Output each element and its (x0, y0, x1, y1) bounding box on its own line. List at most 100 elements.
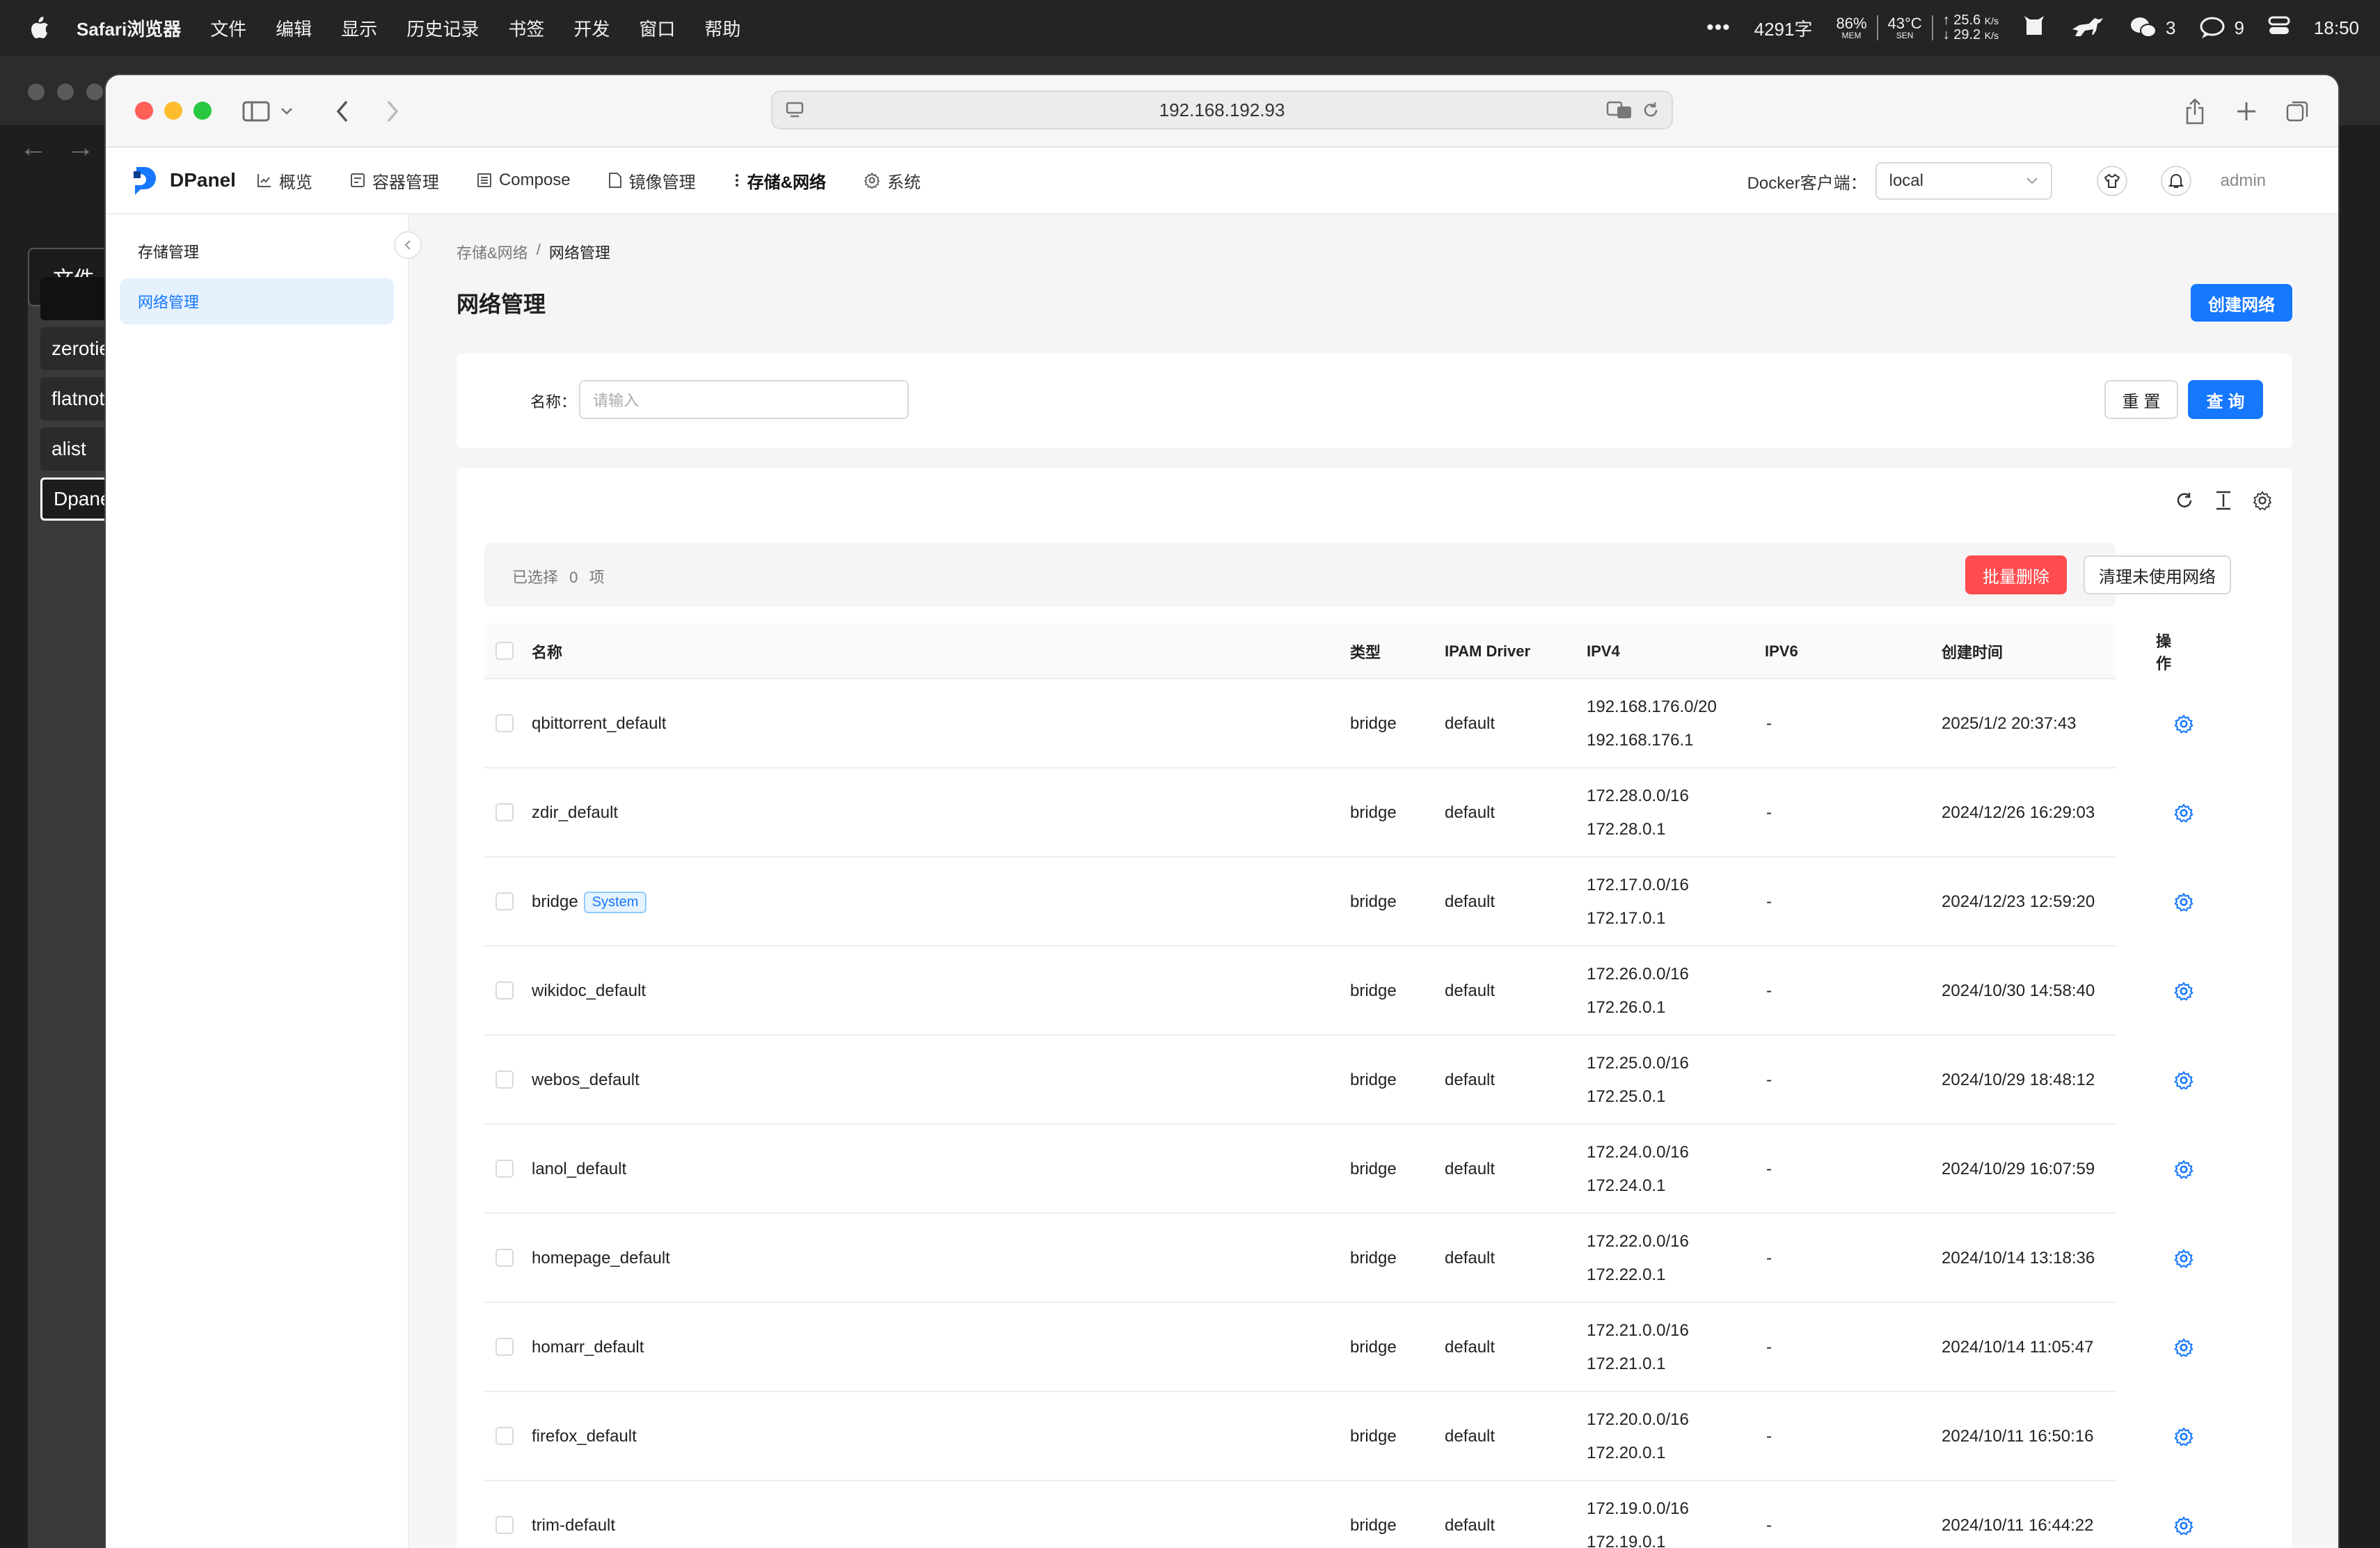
side-item-storage[interactable]: 存储管理 (120, 228, 394, 274)
network-name[interactable]: webos_default (532, 1071, 640, 1090)
breadcrumb-parent[interactable]: 存储&网络 (457, 241, 528, 263)
menu-file[interactable]: 文件 (210, 15, 246, 41)
network-speed[interactable]: ↑ 25.6 K/s ↓ 29.2 K/s (1943, 13, 1999, 42)
row-settings-icon[interactable] (2173, 891, 2195, 913)
nav-compose[interactable]: Compose (477, 171, 571, 190)
wechat-indicator[interactable]: 3 (2129, 16, 2175, 40)
menu-window[interactable]: 窗口 (639, 15, 675, 41)
column-height-icon[interactable] (2214, 490, 2232, 511)
theme-button[interactable] (2096, 166, 2127, 196)
menu-bookmarks[interactable]: 书签 (508, 15, 544, 41)
nav-system[interactable]: 系统 (864, 168, 921, 193)
menu-edit[interactable]: 编辑 (276, 15, 312, 41)
nav-containers[interactable]: 容器管理 (350, 168, 439, 193)
nav-storage-network[interactable]: 存储&网络 (733, 168, 826, 193)
network-ipam-driver: default (1445, 1160, 1496, 1178)
row-checkbox[interactable] (495, 803, 514, 821)
row-settings-icon[interactable] (2173, 1425, 2195, 1448)
row-checkbox[interactable] (495, 1427, 514, 1445)
close-window-button[interactable] (135, 102, 153, 120)
reset-button[interactable]: 重 置 (2104, 380, 2178, 419)
translate-icon[interactable] (1606, 100, 1633, 120)
network-name[interactable]: firefox_default (532, 1427, 637, 1446)
prune-networks-button[interactable]: 清理未使用网络 (2084, 555, 2231, 594)
zoom-window-button[interactable] (193, 102, 212, 120)
network-name[interactable]: zdir_default (532, 803, 618, 823)
net-down-value: 29.2 (1953, 27, 1981, 42)
reload-icon[interactable] (1641, 100, 1660, 120)
settings-icon[interactable] (2252, 490, 2273, 511)
create-network-button[interactable]: 创建网络 (2191, 284, 2292, 322)
address-bar[interactable]: 192.168.192.93 (771, 90, 1673, 129)
network-name[interactable]: bridge (532, 892, 578, 912)
network-name[interactable]: wikidoc_default (532, 981, 646, 1001)
row-checkbox[interactable] (495, 1249, 514, 1267)
menu-help[interactable]: 帮助 (704, 15, 740, 41)
row-checkbox[interactable] (495, 1071, 514, 1089)
chevron-down-icon[interactable] (277, 95, 296, 128)
mem-indicator[interactable]: 86% MEM (1836, 16, 1866, 40)
menu-view[interactable]: 显示 (341, 15, 377, 41)
clock-time[interactable]: 18:50 (2314, 17, 2359, 39)
network-name[interactable]: trim-default (532, 1516, 615, 1535)
row-settings-icon[interactable] (2173, 802, 2195, 824)
row-checkbox[interactable] (495, 1160, 514, 1178)
docker-client-select[interactable]: local (1875, 162, 2052, 200)
network-ipv4: 172.20.0.0/16 172.20.0.1 (1587, 1392, 1689, 1481)
notification-button[interactable] (2160, 166, 2191, 196)
row-checkbox[interactable] (495, 1338, 514, 1356)
cat-icon[interactable] (2022, 14, 2046, 42)
nav-overview[interactable]: 概览 (257, 168, 312, 193)
temp-indicator[interactable]: 43°C SEN (1888, 16, 1922, 40)
column-type: 类型 (1350, 644, 1381, 661)
network-name[interactable]: lanol_default (532, 1160, 626, 1179)
row-settings-icon[interactable] (2173, 1069, 2195, 1091)
minimize-window-button[interactable] (164, 102, 182, 120)
share-icon[interactable] (2181, 95, 2209, 128)
row-settings-icon[interactable] (2173, 713, 2195, 735)
query-button[interactable]: 查 询 (2188, 380, 2263, 419)
word-count[interactable]: 4291字 (1754, 15, 1813, 41)
brand[interactable]: DPanel (131, 164, 236, 196)
nav-right: Docker客户端： local admin (1747, 148, 2338, 214)
row-settings-icon[interactable] (2173, 1515, 2195, 1537)
network-ipv6: - (1766, 1071, 1772, 1089)
collapse-sidebar-button[interactable] (394, 231, 422, 259)
name-search-input[interactable]: 请输入 (579, 380, 909, 419)
refresh-icon[interactable] (2174, 490, 2195, 511)
user-name[interactable]: admin (2221, 171, 2266, 191)
row-settings-icon[interactable] (2173, 980, 2195, 1002)
network-name[interactable]: homepage_default (532, 1249, 670, 1268)
container-icon (350, 173, 365, 187)
menu-app-name[interactable]: Safari浏览器 (77, 15, 181, 41)
control-center-icon[interactable] (2268, 15, 2290, 41)
network-name[interactable]: homarr_default (532, 1338, 644, 1357)
network-name[interactable]: qbittorrent_default (532, 714, 666, 734)
row-settings-icon[interactable] (2173, 1158, 2195, 1180)
site-settings-icon[interactable] (785, 100, 804, 120)
apple-logo-icon[interactable] (28, 14, 51, 42)
more-dots-icon[interactable]: ••• (1706, 16, 1731, 40)
messages-count: 9 (2234, 17, 2244, 38)
row-checkbox[interactable] (495, 892, 514, 910)
side-item-network[interactable]: 网络管理 (120, 278, 394, 324)
row-settings-icon[interactable] (2173, 1336, 2195, 1359)
forward-icon[interactable] (380, 95, 405, 128)
row-settings-icon[interactable] (2173, 1247, 2195, 1270)
main-nav: 概览 容器管理 Compose 镜像管理 存储&网络 系统 (257, 168, 921, 193)
new-tab-icon[interactable] (2232, 95, 2260, 128)
nav-images[interactable]: 镜像管理 (608, 168, 696, 193)
row-checkbox[interactable] (495, 981, 514, 1000)
tab-overview-icon[interactable] (2284, 95, 2312, 128)
messages-indicator[interactable]: 9 (2199, 16, 2244, 40)
menu-history[interactable]: 历史记录 (406, 15, 479, 41)
batch-delete-button[interactable]: 批量删除 (1965, 555, 2067, 594)
select-all-checkbox[interactable] (495, 642, 514, 660)
top-navigation: DPanel 概览 容器管理 Compose 镜像管理 存储&网络 系统 Doc… (106, 148, 2338, 214)
horse-icon[interactable] (2070, 14, 2106, 42)
row-checkbox[interactable] (495, 1516, 514, 1534)
sidebar-toggle-icon[interactable] (239, 95, 273, 128)
back-icon[interactable] (330, 95, 355, 128)
menu-develop[interactable]: 开发 (573, 15, 610, 41)
row-checkbox[interactable] (495, 714, 514, 732)
